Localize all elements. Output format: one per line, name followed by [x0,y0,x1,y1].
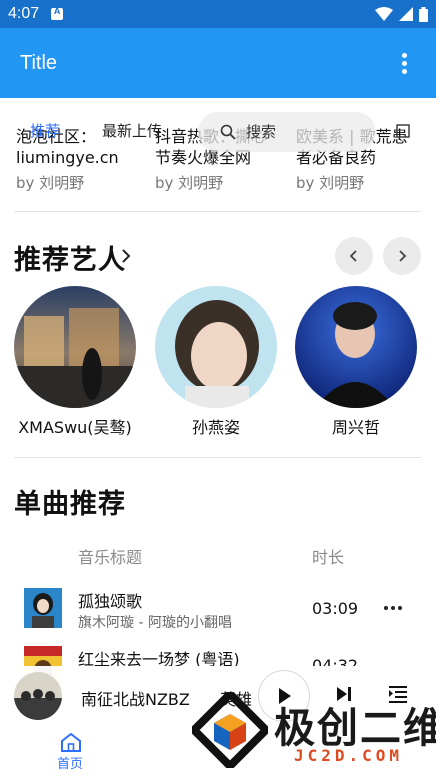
artist-avatar [14,286,136,408]
artists-next-button[interactable] [383,237,421,275]
song-duration: 03:09 [312,599,359,618]
notification-badge: A [53,6,61,16]
status-bar: 4:07 A [0,0,436,28]
watermark: 极创二维 JC2D.COM [190,688,436,775]
artist-name: 周兴哲 [331,418,380,437]
tab-latest[interactable]: 最新上传 [102,120,162,141]
song-row[interactable]: 孤独颂歌 旗木阿璇 - 阿璇的小翻唱 03:09 [0,584,436,640]
playlist-author: by 刘明野 [155,174,224,192]
app-bar: Title [0,28,436,98]
app-screen: 4:07 A Title 泡泡社区： liumingye.cn by 刘明野 抖… [0,0,436,775]
artist-name: XMASwu(吴骜) [18,418,132,437]
watermark-domain-text: JC2D.COM [294,746,404,765]
status-time: 4:07 [8,5,40,22]
column-header-title: 音乐标题 [78,548,143,567]
wifi-icon [375,7,393,21]
songs-section-title: 单曲推荐 [14,489,126,520]
player-cover [14,672,62,720]
song-title: 孤独颂歌 [78,592,143,611]
watermark-brand-text: 极创二维 [274,704,436,752]
column-header-duration: 时长 [312,548,345,567]
tab-bar: 推荐 最新上传 [0,112,436,148]
artists-prev-button[interactable] [335,237,373,275]
status-icons [375,6,428,22]
nav-home-label[interactable]: 首页 [57,753,83,772]
upload-icon[interactable] [396,124,410,138]
more-vert-icon[interactable] [392,51,416,75]
signal-icon [399,7,413,21]
song-cover [24,588,62,628]
artist-avatar [295,286,417,408]
tab-recommend[interactable]: 推荐 [30,120,60,141]
search-icon[interactable] [220,124,236,140]
artists-section-title[interactable]: 推荐艺人 [14,238,126,277]
app-title: Title [20,51,58,74]
player-song-title: 南征北战NZBZ [81,690,190,709]
watermark-logo [192,692,268,768]
playlist-author: by 刘明野 [16,174,85,192]
playlist-author: by 刘明野 [296,174,365,192]
song-artist: 旗木阿璇 - 阿璇的小翻唱 [78,615,232,631]
chevron-right-icon[interactable] [120,248,132,264]
artist-card[interactable]: XMASwu(吴骜) [14,286,136,438]
home-icon[interactable] [60,732,82,752]
artist-name: 孙燕姿 [191,418,240,437]
more-horiz-icon[interactable] [384,606,402,610]
chevron-left-icon [349,250,357,262]
artist-avatar [155,286,277,408]
chevron-right-icon [399,250,407,262]
search-label: 搜索 [246,123,277,141]
divider [14,211,421,212]
artist-card[interactable]: 孙燕姿 [155,286,277,438]
divider [14,457,421,458]
notification-icon: A [51,6,64,20]
artist-card[interactable]: 周兴哲 [295,286,417,438]
battery-icon [419,6,428,22]
